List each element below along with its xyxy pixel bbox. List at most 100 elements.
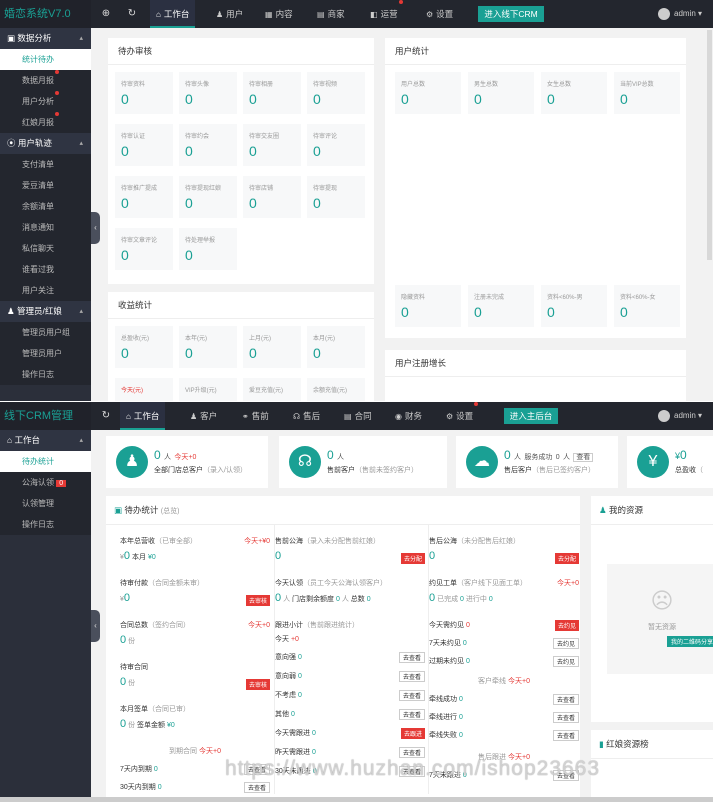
sidebar-item-payments[interactable]: 支付清单 xyxy=(0,154,91,175)
sidebar-item-beans[interactable]: 爱豆清单 xyxy=(0,175,91,196)
stat-tile[interactable]: 隐藏资料 0 xyxy=(395,285,461,327)
stat-tile[interactable]: 待审资料 0 xyxy=(115,72,173,114)
stat-tile[interactable]: 男生总数 0 xyxy=(468,72,534,114)
stat-tile[interactable]: 待处理举报 0 xyxy=(179,228,237,270)
qr-share-button[interactable]: 我的二维码分享 xyxy=(667,636,713,647)
stat-tile[interactable]: 待审评论 0 xyxy=(307,124,365,166)
view-button[interactable]: 去查看 xyxy=(552,712,579,723)
nav-customers[interactable]: ♟ 客户 xyxy=(184,402,223,430)
nav-workbench[interactable]: ⌂ 工作台 xyxy=(120,402,166,430)
stat-tile[interactable]: 待审推广提成 0 xyxy=(115,176,173,218)
user-menu[interactable]: admin ▾ xyxy=(658,0,702,28)
stat-tile[interactable]: 女生总数 0 xyxy=(541,72,607,114)
sidebar-item-user-analysis[interactable]: 用户分析 xyxy=(0,91,91,112)
nav-content[interactable]: ▦ 内容 xyxy=(259,0,299,28)
view-button[interactable]: 去查看 xyxy=(398,690,425,701)
view-button[interactable]: 去查看 xyxy=(243,782,270,793)
meet-button[interactable]: 去约见 xyxy=(552,656,579,667)
enter-main-admin-button[interactable]: 进入主后台 xyxy=(504,408,558,424)
view-button[interactable]: 去查看 xyxy=(398,671,425,682)
stat-tile[interactable]: 待审视频 0 xyxy=(307,72,365,114)
nav-merchant[interactable]: ▤ 商家 xyxy=(311,0,351,28)
sidebar-collapse-toggle[interactable]: ‹ xyxy=(91,212,100,244)
stat-tile[interactable]: 本月(元) 0 xyxy=(307,326,365,368)
assign-button[interactable]: 去分配 xyxy=(554,553,579,564)
assign-button[interactable]: 去分配 xyxy=(400,553,425,564)
nav-contracts[interactable]: ▤ 合同 xyxy=(338,402,378,430)
stat-tile[interactable]: 资料<60%-男 0 xyxy=(541,285,607,327)
stat-tile[interactable]: 待审相册 0 xyxy=(243,72,301,114)
stat-tile[interactable]: 上月(元) 0 xyxy=(243,326,301,368)
sidebar-group-analytics[interactable]: ▣ 数据分析 ▴ xyxy=(0,28,91,49)
sidebar-item-todo[interactable]: 待办统计 xyxy=(0,451,91,472)
sidebar-item-admin-users[interactable]: 管理员用户 xyxy=(0,343,91,364)
refresh-icon[interactable]: ↻ xyxy=(98,402,114,430)
meeting-order-value: 0 已完成 0 进行中 0 xyxy=(429,592,493,604)
nav-operations[interactable]: ◧ 运营 xyxy=(364,0,409,28)
view-button[interactable]: 去查看 xyxy=(552,694,579,705)
stat-tile[interactable]: 待审文章评论 0 xyxy=(115,228,173,270)
nav-settings[interactable]: ⚙ 设置 xyxy=(420,0,459,28)
nav-settings[interactable]: ⚙ 设置 xyxy=(440,402,484,430)
row-label: 牵线成功 xyxy=(429,696,457,703)
sidebar-item-claim-manage[interactable]: 认领管理 xyxy=(0,493,91,514)
stat-tile[interactable]: 余额充值(元) xyxy=(307,378,365,401)
user-menu[interactable]: admin ▾ xyxy=(658,402,702,430)
scrollbar[interactable] xyxy=(707,30,712,260)
row-value: 0 xyxy=(458,696,463,703)
sidebar-item-chat[interactable]: 私信聊天 xyxy=(0,238,91,259)
sidebar-item-public-claim[interactable]: 公海认领 0 xyxy=(0,472,91,493)
horizontal-scrollbar[interactable] xyxy=(0,797,713,802)
sidebar-item-notices[interactable]: 消息通知 xyxy=(0,217,91,238)
meet-button[interactable]: 去约见 xyxy=(554,620,579,631)
stat-tile[interactable]: 用户总数 0 xyxy=(395,72,461,114)
stat-tile[interactable]: 待审店铺 0 xyxy=(243,176,301,218)
stat-tile[interactable]: 本年(元) 0 xyxy=(179,326,237,368)
view-button[interactable]: 去查看 xyxy=(398,652,425,663)
refresh-icon[interactable]: ↻ xyxy=(124,0,140,28)
sidebar-item-matchmaker-monthly[interactable]: 红娘月报 xyxy=(0,112,91,133)
nav-aftersale[interactable]: ☊ 售后 xyxy=(287,402,326,430)
view-button[interactable]: 去查看 xyxy=(552,730,579,741)
stat-tile[interactable]: 今天(元) xyxy=(115,378,173,401)
stat-tile[interactable]: 待审认证 0 xyxy=(115,124,173,166)
stat-tile[interactable]: 当前VIP总数 0 xyxy=(614,72,680,114)
stat-tile[interactable]: 爱豆充值(元) xyxy=(243,378,301,401)
stat-tile[interactable]: 待审约会 0 xyxy=(179,124,237,166)
nav-finance[interactable]: ◉ 财务 xyxy=(389,402,428,430)
sidebar-group-admins[interactable]: ♟ 管理员/红娘 ▴ xyxy=(0,301,91,322)
sidebar-item-admin-groups[interactable]: 管理员用户组 xyxy=(0,322,91,343)
stat-tile[interactable]: 待审交友圈 0 xyxy=(243,124,301,166)
stat-tile[interactable]: 资料<60%-女 0 xyxy=(614,285,680,327)
sidebar-item-visitors[interactable]: 谁看过我 xyxy=(0,259,91,280)
sidebar-item-monthly[interactable]: 数据月报 xyxy=(0,70,91,91)
enter-crm-button[interactable]: 进入线下CRM xyxy=(478,6,544,22)
stat-tile[interactable]: 总盈收(元) 0 xyxy=(115,326,173,368)
follow-up-button[interactable]: 去跟进 xyxy=(400,728,425,739)
home-icon: ⌂ xyxy=(156,10,161,19)
stat-tile[interactable]: 注册未完成 0 xyxy=(468,285,534,327)
card-title: 用户注册增长 xyxy=(385,350,686,377)
nav-workbench[interactable]: ⌂ 工作台 xyxy=(150,0,196,28)
stat-tile[interactable]: 待审提现 0 xyxy=(307,176,365,218)
sidebar-item-balance[interactable]: 余额清单 xyxy=(0,196,91,217)
review-button[interactable]: 去审核 xyxy=(245,595,270,606)
sidebar-item-op-log[interactable]: 操作日志 xyxy=(0,514,91,535)
sidebar-collapse-toggle[interactable]: ‹ xyxy=(91,610,100,642)
sidebar-item-op-log[interactable]: 操作日志 xyxy=(0,364,91,385)
stat-tile[interactable]: VIP升级(元) xyxy=(179,378,237,401)
sidebar-item-stats[interactable]: 统计待办 xyxy=(0,49,91,70)
stat-tile[interactable]: 待审头像 0 xyxy=(179,72,237,114)
view-button[interactable]: 查看 xyxy=(573,453,594,462)
meet-button[interactable]: 去约见 xyxy=(552,638,579,649)
stat-tile[interactable]: 待审提现红娘 0 xyxy=(179,176,237,218)
sidebar-group-tracks[interactable]: ⦿ 用户轨迹 ▴ xyxy=(0,133,91,154)
globe-icon[interactable]: ⊕ xyxy=(98,0,114,28)
sidebar-group-workbench[interactable]: ⌂ 工作台 ▴ xyxy=(0,430,91,451)
nav-presale[interactable]: ⚭ 售前 xyxy=(236,402,275,430)
review-button[interactable]: 去审核 xyxy=(245,679,270,690)
caret-down-icon: ▾ xyxy=(698,9,703,18)
sidebar-item-follows[interactable]: 用户关注 xyxy=(0,280,91,301)
nav-users[interactable]: ♟ 用户 xyxy=(210,0,249,28)
view-button[interactable]: 去查看 xyxy=(398,709,425,720)
